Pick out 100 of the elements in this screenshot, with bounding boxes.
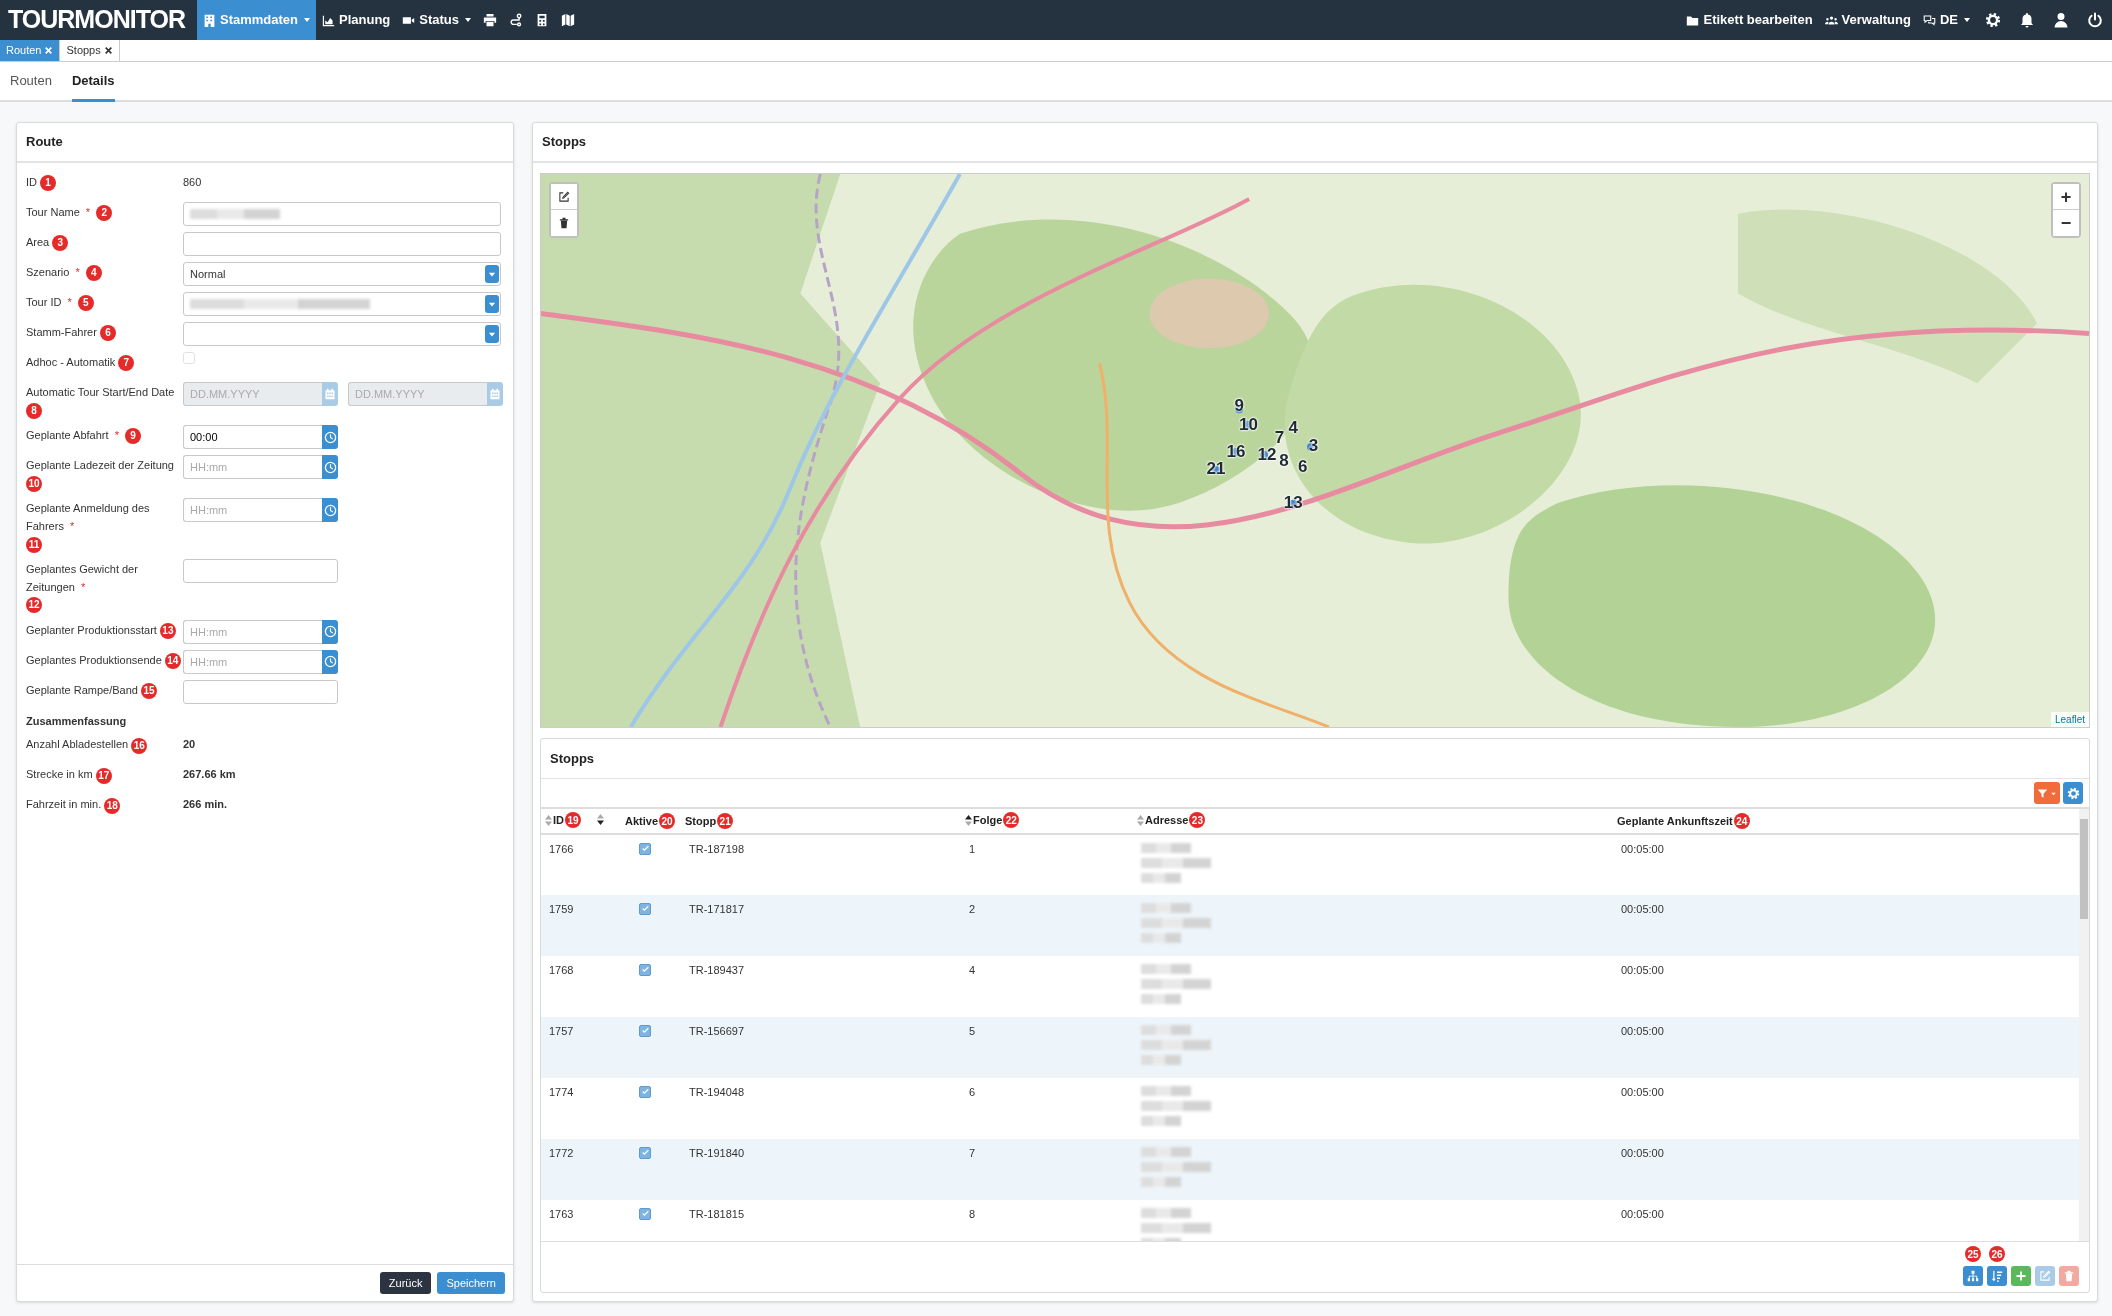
clock-icon bbox=[323, 430, 337, 444]
clock-icon bbox=[323, 503, 337, 517]
trash-icon[interactable] bbox=[558, 217, 570, 229]
nav-menu-item[interactable]: Stammdaten bbox=[196, 0, 316, 40]
nav-link[interactable]: Verwaltung bbox=[1818, 0, 1917, 40]
plus-icon bbox=[2015, 1270, 2027, 1282]
table-cell: TR-156697 bbox=[689, 1025, 745, 1038]
checkbox[interactable] bbox=[639, 1207, 651, 1220]
select-field[interactable] bbox=[183, 322, 501, 346]
table-cell: 1768 bbox=[549, 964, 574, 977]
number-badge: 11 bbox=[26, 536, 42, 553]
table-cell: 7 bbox=[969, 1147, 976, 1160]
table-cell: 4 bbox=[969, 964, 976, 977]
map-marker-label[interactable]: 7 bbox=[1274, 428, 1285, 446]
action-button[interactable]: Zurück bbox=[379, 1271, 432, 1294]
calculator-icon[interactable] bbox=[535, 13, 549, 27]
time-field[interactable]: HH:mm bbox=[183, 455, 322, 480]
field-label: Adhoc - Automatik bbox=[26, 355, 116, 370]
checkbox[interactable] bbox=[639, 1146, 651, 1159]
column-header[interactable]: Folge bbox=[973, 812, 1003, 829]
tab[interactable]: Routen bbox=[10, 62, 52, 102]
checkbox[interactable] bbox=[639, 842, 651, 855]
map-marker-label[interactable]: 21 bbox=[1206, 459, 1226, 477]
input-field[interactable] bbox=[183, 559, 338, 584]
map-marker-label[interactable]: 8 bbox=[1279, 451, 1289, 469]
table-cell: 1763 bbox=[549, 1208, 574, 1221]
settings-icon[interactable] bbox=[1985, 12, 2001, 28]
field-label: Strecke in km bbox=[26, 767, 93, 783]
nav-link[interactable]: Etikett bearbeiten bbox=[1680, 0, 1819, 40]
time-field[interactable]: HH:mm bbox=[183, 649, 322, 674]
close-icon bbox=[44, 46, 54, 55]
checkbox[interactable] bbox=[639, 1024, 651, 1037]
table-cell: 1774 bbox=[549, 1086, 574, 1099]
action-button[interactable]: Speichern bbox=[437, 1271, 505, 1294]
user-icon[interactable] bbox=[2053, 12, 2069, 28]
input-field[interactable] bbox=[183, 202, 501, 226]
route-icon[interactable] bbox=[509, 13, 523, 27]
select-field[interactable] bbox=[183, 292, 501, 316]
blurred-address bbox=[1141, 1025, 1211, 1066]
table-cell: TR-189437 bbox=[689, 964, 745, 977]
hierarchy-button[interactable] bbox=[1963, 1266, 1983, 1286]
summary-value: 20 bbox=[183, 737, 196, 753]
settings-button[interactable] bbox=[2063, 782, 2083, 804]
input-field[interactable] bbox=[183, 679, 338, 704]
column-header[interactable]: Geplante Ankunftszeit bbox=[1617, 812, 1733, 830]
number-badge: 13 bbox=[159, 623, 176, 640]
bell-icon[interactable] bbox=[2019, 12, 2035, 28]
map-marker-label[interactable]: 12 bbox=[1257, 445, 1277, 463]
scrollbar[interactable] bbox=[2079, 809, 2089, 1241]
map-marker-label[interactable]: 10 bbox=[1238, 415, 1258, 433]
sort-icon[interactable] bbox=[965, 814, 972, 826]
nav-link[interactable]: DE bbox=[1916, 0, 1976, 40]
plus-button[interactable] bbox=[2011, 1266, 2031, 1286]
column-header[interactable]: ID bbox=[553, 812, 564, 829]
field-label: Stamm-Fahrer bbox=[26, 325, 97, 340]
chat-icon bbox=[1922, 13, 1936, 27]
number-badge: 9 bbox=[124, 428, 141, 445]
sort-button[interactable] bbox=[1987, 1266, 2007, 1286]
number-badge: 19 bbox=[565, 812, 581, 829]
filter-icon bbox=[2037, 787, 2048, 799]
column-header[interactable]: Aktive bbox=[625, 812, 659, 830]
column-header[interactable]: Stopp bbox=[685, 812, 717, 830]
time-field[interactable]: HH:mm bbox=[183, 498, 322, 523]
trash-button[interactable] bbox=[2059, 1266, 2079, 1286]
calendar-icon bbox=[489, 388, 501, 400]
table-cell: TR-187198 bbox=[689, 843, 745, 856]
attribution-link[interactable]: Leaflet bbox=[2050, 712, 2089, 727]
power-icon[interactable] bbox=[2087, 12, 2103, 28]
table-cell: 00:05:00 bbox=[1621, 1147, 1664, 1160]
nav-menu-item[interactable]: Planung bbox=[316, 0, 397, 40]
filter-button[interactable] bbox=[2034, 782, 2060, 804]
field-label: Automatic Tour Start/End Date bbox=[26, 385, 175, 400]
column-header[interactable]: Adresse bbox=[1145, 812, 1189, 829]
map-icon[interactable] bbox=[561, 13, 575, 27]
field-label: Szenario * bbox=[26, 265, 81, 280]
sort-icon[interactable] bbox=[597, 813, 604, 825]
app-logo: TOURMONITOR bbox=[7, 4, 187, 36]
edit-icon[interactable] bbox=[558, 190, 570, 203]
zoom-in-button[interactable]: + bbox=[2053, 184, 2079, 210]
map-marker-label[interactable]: 16 bbox=[1226, 442, 1246, 459]
select-field[interactable]: Normal bbox=[183, 262, 501, 286]
number-badge: 25 bbox=[1965, 1246, 1981, 1262]
checkbox[interactable] bbox=[639, 963, 651, 976]
checkbox[interactable] bbox=[639, 1085, 651, 1098]
edit-button[interactable] bbox=[2035, 1266, 2055, 1286]
number-badge: 16 bbox=[131, 737, 148, 754]
field-label: Geplante Rampe/Band bbox=[26, 682, 138, 698]
map-marker-label[interactable]: 6 bbox=[1297, 457, 1308, 475]
number-badge: 1 bbox=[40, 175, 57, 192]
printer-icon[interactable] bbox=[483, 13, 497, 27]
time-field[interactable]: HH:mm bbox=[183, 619, 322, 644]
document-tab[interactable]: Routen bbox=[0, 40, 61, 61]
nav-menu-item[interactable]: Status bbox=[396, 0, 477, 40]
map-marker-label[interactable]: 13 bbox=[1283, 493, 1303, 511]
table-cell: TR-194048 bbox=[689, 1086, 745, 1099]
checkbox[interactable] bbox=[639, 902, 651, 915]
map-marker-label[interactable]: 4 bbox=[1288, 418, 1299, 436]
time-field[interactable]: 00:00 bbox=[183, 425, 322, 450]
input-field[interactable] bbox=[183, 232, 501, 256]
trash-icon bbox=[2063, 1270, 2075, 1282]
